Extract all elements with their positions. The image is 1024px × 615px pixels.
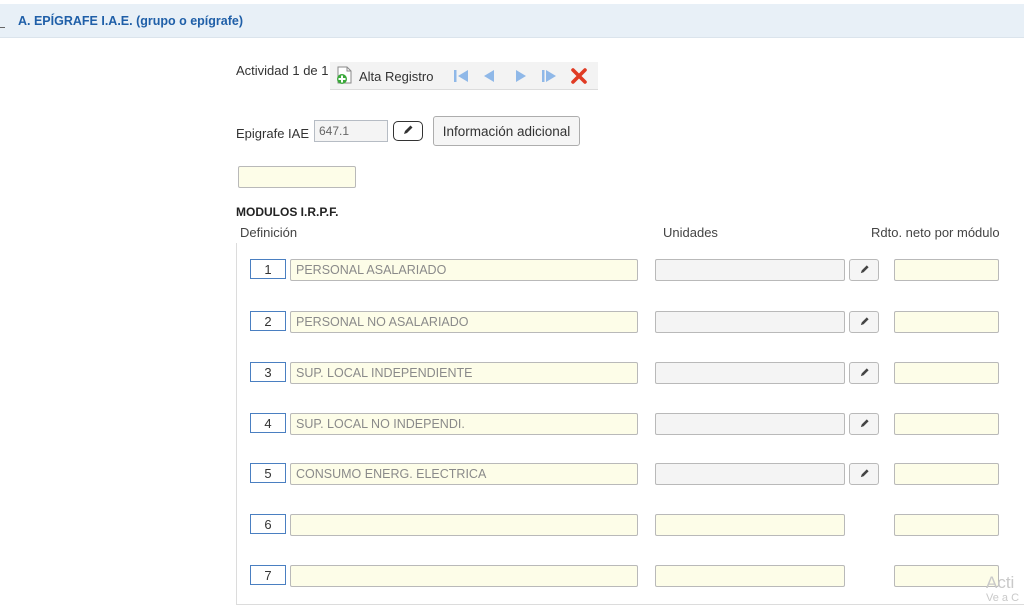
section-title: A. EPÍGRAFE I.A.E. (grupo o epígrafe) [18, 14, 244, 28]
alta-registro-button[interactable]: Alta Registro [336, 66, 433, 86]
pencil-icon [859, 417, 870, 432]
row-edit-button[interactable] [849, 259, 879, 281]
row-rdto[interactable] [894, 463, 999, 485]
row-rdto[interactable] [894, 259, 999, 281]
section-tick-mark [0, 27, 5, 28]
pencil-icon [402, 124, 414, 139]
row-edit-button[interactable] [849, 413, 879, 435]
row-unidades[interactable] [655, 259, 845, 281]
row-definicion[interactable] [290, 565, 638, 587]
row-number[interactable] [250, 514, 286, 534]
col-header-rdto: Rdto. neto por módulo [871, 225, 1000, 240]
table-row [0, 514, 1024, 538]
col-header-unidades: Unidades [663, 225, 718, 240]
row-unidades[interactable] [655, 565, 845, 587]
epigrafe-label: Epigrafe IAE [236, 126, 309, 141]
table-row: PERSONAL NO ASALARIADO [0, 311, 1024, 335]
row-unidades[interactable] [655, 413, 845, 435]
table-row [0, 565, 1024, 589]
row-edit-button[interactable] [849, 362, 879, 384]
row-rdto[interactable] [894, 565, 999, 587]
section-header: A. EPÍGRAFE I.A.E. (grupo o epígrafe) [0, 4, 1024, 38]
row-edit-button[interactable] [849, 311, 879, 333]
col-header-definicion: Definición [240, 225, 298, 240]
pencil-icon [859, 315, 870, 330]
row-definicion[interactable] [290, 514, 638, 536]
row-rdto[interactable] [894, 311, 999, 333]
row-number[interactable] [250, 565, 286, 585]
watermark-line1: Acti [986, 573, 1015, 592]
watermark-line2: Ve a C [986, 592, 1020, 604]
row-unidades[interactable] [655, 463, 845, 485]
row-rdto[interactable] [894, 514, 999, 536]
informacion-adicional-button[interactable]: Información adicional [433, 116, 580, 146]
record-toolbar: Alta Registro [330, 62, 598, 90]
previous-record-icon[interactable] [480, 68, 498, 84]
last-record-icon[interactable] [540, 68, 558, 84]
table-row: SUP. LOCAL INDEPENDIENTE [0, 362, 1024, 386]
row-definicion[interactable]: CONSUMO ENERG. ELECTRICA [290, 463, 638, 485]
row-number[interactable] [250, 311, 286, 331]
pencil-icon [859, 467, 870, 482]
extra-yellow-field[interactable] [238, 166, 356, 188]
modulos-title: MODULOS I.R.P.F. [236, 205, 339, 219]
row-definicion[interactable]: PERSONAL NO ASALARIADO [290, 311, 638, 333]
table-row: SUP. LOCAL NO INDEPENDI. [0, 413, 1024, 437]
row-definicion[interactable]: SUP. LOCAL INDEPENDIENTE [290, 362, 638, 384]
activity-label: Actividad 1 de 1 [236, 63, 329, 78]
row-unidades[interactable] [655, 514, 845, 536]
alta-registro-label: Alta Registro [359, 68, 434, 84]
row-unidades[interactable] [655, 311, 845, 333]
row-number[interactable] [250, 259, 286, 279]
row-edit-button[interactable] [849, 463, 879, 485]
row-definicion[interactable]: PERSONAL ASALARIADO [290, 259, 638, 281]
pencil-icon [859, 263, 870, 278]
row-number[interactable] [250, 413, 286, 433]
row-number[interactable] [250, 362, 286, 382]
row-rdto[interactable] [894, 413, 999, 435]
row-definicion[interactable]: SUP. LOCAL NO INDEPENDI. [290, 413, 638, 435]
activation-watermark: Acti Ve a C [986, 574, 1019, 604]
pencil-icon [859, 366, 870, 381]
table-row: PERSONAL ASALARIADO [0, 259, 1024, 283]
row-rdto[interactable] [894, 362, 999, 384]
add-record-icon [336, 65, 354, 88]
delete-icon[interactable] [570, 68, 588, 84]
table-row: CONSUMO ENERG. ELECTRICA [0, 463, 1024, 487]
first-record-icon[interactable] [452, 68, 470, 84]
row-unidades[interactable] [655, 362, 845, 384]
next-record-icon[interactable] [512, 68, 530, 84]
epigrafe-edit-button[interactable] [393, 121, 423, 141]
row-number[interactable] [250, 463, 286, 483]
epigrafe-input[interactable] [314, 120, 388, 142]
